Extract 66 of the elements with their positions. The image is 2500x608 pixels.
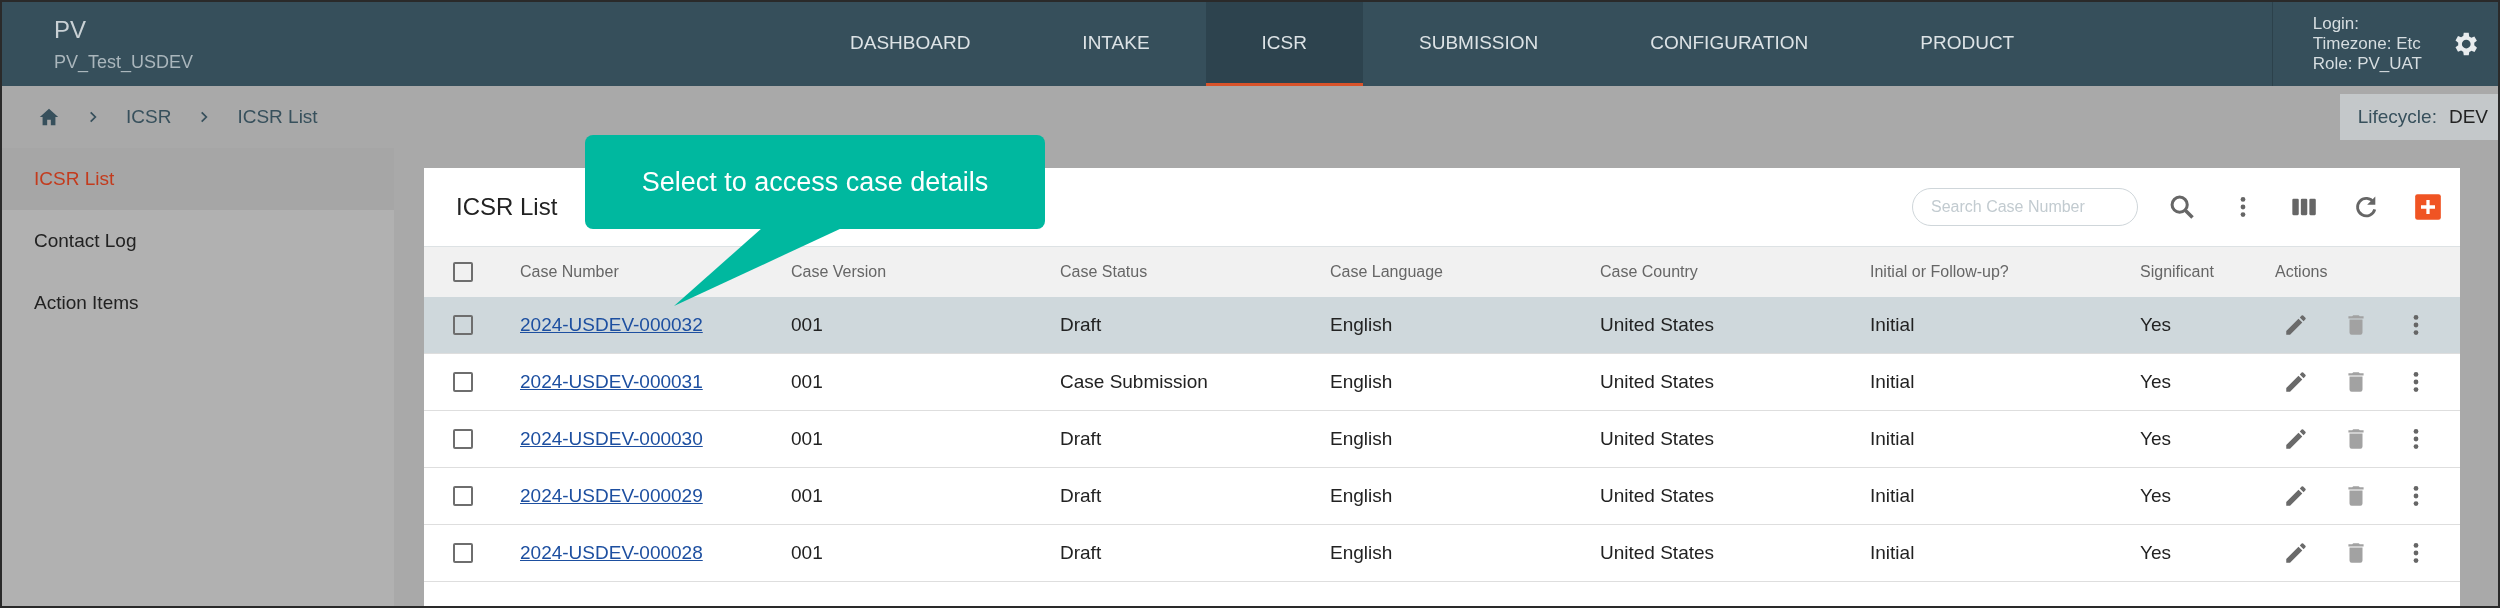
table-cell-text: English <box>1329 542 1394 564</box>
table-cell-text: English <box>1329 485 1394 507</box>
table-cell-text: Draft <box>1059 428 1103 450</box>
table-cell-text: 001 <box>790 314 824 336</box>
nav-tab[interactable]: INTAKE <box>1026 2 1206 86</box>
table-cell-text: Yes <box>2139 428 2172 450</box>
nav-tab[interactable]: SUBMISSION <box>1363 2 1595 86</box>
table-cell-text: Yes <box>2139 371 2172 393</box>
panel-title: ICSR List <box>456 193 558 221</box>
column-header: Case Language <box>1329 263 1444 281</box>
case-number-link[interactable]: 2024-USDEV-000032 <box>520 314 703 335</box>
breadcrumb-item[interactable]: ICSR List <box>237 106 318 128</box>
table-cell-text: Initial <box>1869 542 1916 564</box>
column-header: Case Country <box>1599 263 1699 281</box>
nav-tab[interactable]: PRODUCT <box>1864 2 2071 86</box>
case-number-link[interactable]: 2024-USDEV-000028 <box>520 542 703 563</box>
app-name: PV <box>54 15 87 44</box>
sidebar-item[interactable]: Action Items <box>2 272 394 334</box>
table-cell-text: Draft <box>1059 542 1103 564</box>
table-cell-text: Yes <box>2139 542 2172 564</box>
login-label: Login: <box>2312 14 2361 34</box>
table-cell-text: Draft <box>1059 485 1103 507</box>
table-row[interactable]: 2024-USDEV-000030 001 Draft English United States Initial Yes <box>424 411 2460 468</box>
table-cell-text: English <box>1329 314 1394 336</box>
table-row[interactable]: 2024-USDEV-000032 001 Draft English United States Initial Yes <box>424 297 2460 354</box>
table-cell-text: Initial <box>1869 371 1916 393</box>
table-cell-text: Yes <box>2139 485 2172 507</box>
table-cell-text: Draft <box>1059 314 1103 336</box>
environment-name: PV_Test_USDEV <box>54 51 195 73</box>
table-cell-text: Initial <box>1869 314 1916 336</box>
table-cell-text: United States <box>1599 485 1716 507</box>
column-header: Initial or Follow-up? <box>1869 263 2010 281</box>
table-row[interactable]: 2024-USDEV-000031 001 Case Submission English United States Initial Yes <box>424 354 2460 411</box>
table-cell-text: 001 <box>790 485 824 507</box>
table-cell-text: English <box>1329 428 1394 450</box>
column-header: Case Version <box>790 263 888 281</box>
column-header: Actions <box>2274 263 2329 281</box>
search-field[interactable]: Search Case Number <box>1912 188 2138 226</box>
table-cell-text: Case Submission <box>1059 371 1209 393</box>
table-cell-text: 001 <box>790 371 824 393</box>
table-cell-text: Initial <box>1869 428 1916 450</box>
table-row[interactable]: 2024-USDEV-000028 001 Draft English United States Initial Yes <box>424 525 2460 582</box>
column-header: Case Number <box>519 263 620 281</box>
nav-tab[interactable]: DASHBOARD <box>794 2 1027 86</box>
case-number-link[interactable]: 2024-USDEV-000029 <box>520 485 703 506</box>
column-header: Significant <box>2139 263 2215 281</box>
timezone-text: Timezone: Etc <box>2312 34 2422 54</box>
role-text: Role: PV_UAT <box>2312 54 2422 74</box>
breadcrumb-item[interactable]: ICSR <box>126 106 172 128</box>
table-cell-text: United States <box>1599 371 1716 393</box>
column-header: Case Status <box>1059 263 1149 281</box>
table-cell-text: Yes <box>2139 314 2172 336</box>
lifecycle-dropdown[interactable]: Lifecycle: DEV <box>2339 94 2498 140</box>
nav-tab[interactable]: CONFIGURATION <box>1594 2 1865 86</box>
table-cell-text: 001 <box>790 428 824 450</box>
table-cell-text: United States <box>1599 314 1716 336</box>
table-cell-text: 001 <box>790 542 824 564</box>
sidebar-item[interactable]: Contact Log <box>2 210 394 272</box>
table-cell-text: English <box>1329 371 1394 393</box>
case-number-link[interactable]: 2024-USDEV-000031 <box>520 371 703 392</box>
table-row[interactable]: 2024-USDEV-000029 001 Draft English United States Initial Yes <box>424 468 2460 525</box>
table-cell-text: United States <box>1599 428 1716 450</box>
case-number-link[interactable]: 2024-USDEV-000030 <box>520 428 703 449</box>
table-cell-text: Initial <box>1869 485 1916 507</box>
nav-tab[interactable]: ICSR <box>1205 2 1363 86</box>
table-cell-text: United States <box>1599 542 1716 564</box>
